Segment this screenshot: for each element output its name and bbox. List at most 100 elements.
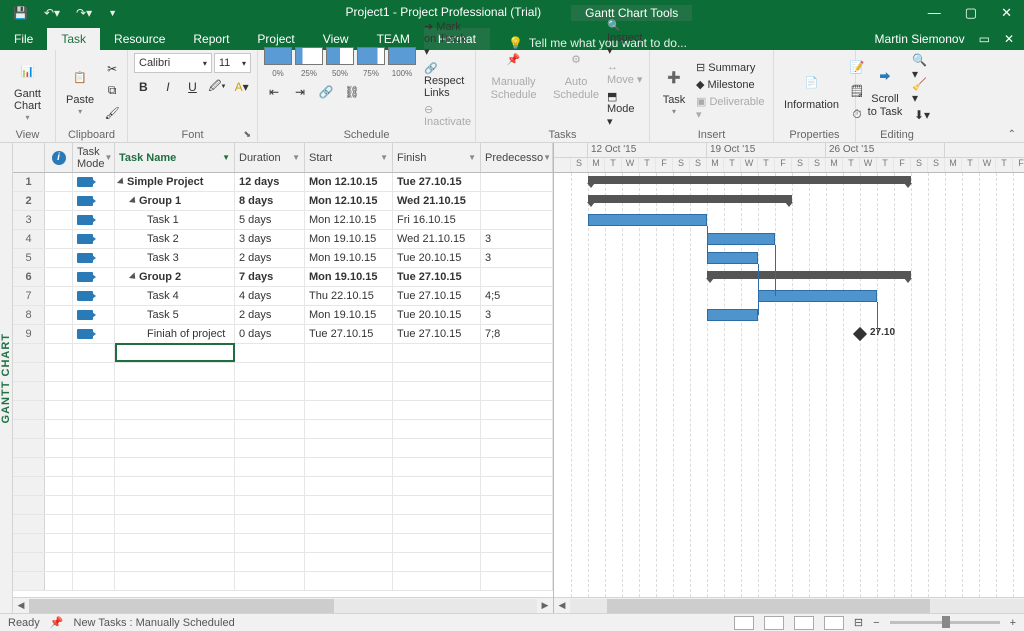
summary-bar[interactable] [588,176,911,184]
zoom-fit-icon[interactable]: ⊟ [854,616,863,629]
task-mode-icon [77,310,93,320]
col-predecessors[interactable]: Predecesso▼ [481,143,553,172]
deliverable-button[interactable]: ▣ Deliverable ▾ [696,95,767,121]
view-mode-4[interactable] [824,616,844,630]
copy-icon[interactable]: ⧉ [102,81,122,101]
table-row[interactable]: 7Task 44 daysThu 22.10.15Tue 27.10.154;5 [13,287,553,306]
status-ready: Ready [8,617,40,629]
auto-schedule-button[interactable]: ⚙Auto Schedule [549,44,603,102]
cut-icon[interactable]: ✂ [102,59,122,79]
summary-bar[interactable] [707,271,911,279]
gantt-chart-button[interactable]: 📊Gantt Chart▾ [6,56,49,125]
italic-button[interactable]: I [159,77,178,97]
minimize-icon[interactable]: — [916,1,953,25]
table-row[interactable]: 8Task 52 daysMon 19.10.15Tue 20.10.153 [13,306,553,325]
col-start[interactable]: Start▼ [305,143,393,172]
task-rows[interactable]: 1Simple Project12 daysMon 12.10.15Tue 27… [13,173,553,597]
close-icon[interactable]: ✕ [989,1,1024,25]
col-indicators[interactable]: i [45,143,73,172]
mark-on-track-button[interactable]: ➜ Mark on Track ▾ [424,20,471,58]
col-rownum[interactable] [13,143,45,172]
outdent-icon[interactable]: ⇤ [264,82,284,102]
window-restore-icon[interactable]: ▭ [979,32,990,46]
table-row[interactable]: 3Task 15 daysMon 12.10.15Fri 16.10.15 [13,211,553,230]
unlink-icon[interactable]: ⛓ [342,82,362,102]
ribbon-collapse-icon[interactable]: ⌃ [1008,129,1016,140]
table-row[interactable]: 2Group 18 daysMon 12.10.15Wed 21.10.15 [13,192,553,211]
col-task-name[interactable]: Task Name▼ [115,143,235,172]
gantt-body[interactable]: 27.10 [554,173,1024,597]
link-icon[interactable]: 🔗 [316,82,336,102]
font-name-select[interactable]: Calibri▾ [134,53,212,73]
zoom-slider[interactable] [890,621,1000,624]
mode-button[interactable]: ⬒ Mode ▾ [607,90,643,128]
gantt-hscroll[interactable]: ◀ ▶ [554,597,1024,613]
status-newtasks[interactable]: New Tasks : Manually Scheduled [74,617,235,629]
table-row[interactable]: 9Finiah of project0 daysTue 27.10.15Tue … [13,325,553,344]
find-icon[interactable]: 🔍▾ [912,57,932,77]
table-row[interactable]: 5Task 32 daysMon 19.10.15Tue 20.10.153 [13,249,553,268]
tab-report[interactable]: Report [179,28,243,50]
table-row[interactable]: 1Simple Project12 daysMon 12.10.15Tue 27… [13,173,553,192]
col-task-mode[interactable]: Task Mode▼ [73,143,115,172]
move-button[interactable]: ↔ Move ▾ [607,61,643,86]
summary-button[interactable]: ⊟ Summary [696,61,767,74]
tab-task[interactable]: Task [47,28,100,50]
indent-icon[interactable]: ⇥ [290,82,310,102]
inspect-button[interactable]: 🔍 Inspect ▾ [607,19,643,57]
table-hscroll[interactable]: ◀ ▶ [13,597,553,613]
clear-icon[interactable]: 🧹▾ [912,81,932,101]
task-mode-icon [77,291,93,301]
format-painter-icon[interactable]: 🖌 [102,103,122,123]
col-finish[interactable]: Finish▼ [393,143,481,172]
milestone-diamond[interactable] [853,327,867,341]
pin-icon[interactable]: 📌 [50,616,64,629]
redo-icon[interactable]: ↷▾ [71,4,97,22]
milestone-button[interactable]: ◆ Milestone [696,78,767,91]
font-color-button[interactable]: 🖉▾ [208,77,227,97]
scroll-to-task-button[interactable]: ⮕Scroll to Task [862,61,908,119]
bold-button[interactable]: B [134,77,153,97]
qat-customize-icon[interactable]: ▼ [103,6,122,20]
underline-button[interactable]: U [183,77,202,97]
undo-icon[interactable]: ↶▾ [39,4,65,22]
summary-bar[interactable] [588,195,792,203]
col-duration[interactable]: Duration▼ [235,143,305,172]
manually-schedule-button[interactable]: 📌Manually Schedule [482,44,545,102]
milestone-label: 27.10 [870,327,895,338]
information-button[interactable]: 📄Information [780,67,843,113]
pct-50-button[interactable] [326,47,354,65]
task-bar[interactable] [707,233,775,245]
view-mode-2[interactable] [764,616,784,630]
task-mode-icon [77,196,93,206]
fill-icon[interactable]: ⬇▾ [912,105,932,125]
task-insert-button[interactable]: ➕Task▾ [656,62,692,119]
task-bar[interactable] [707,252,758,264]
fill-color-button[interactable]: A▾ [232,77,251,97]
pct-100-button[interactable] [388,47,416,65]
pct-75-button[interactable] [357,47,385,65]
view-mode-1[interactable] [734,616,754,630]
pct-0-button[interactable] [264,47,292,65]
view-mode-3[interactable] [794,616,814,630]
user-name[interactable]: Martin Siemonov [875,32,965,46]
tab-resource[interactable]: Resource [100,28,179,50]
zoom-in-icon[interactable]: + [1010,617,1016,629]
gantt-chart: 12 Oct '1519 Oct '1526 Oct '15 SMTWTFSSM… [554,143,1024,613]
window-close-icon[interactable]: ✕ [1004,32,1014,46]
zoom-out-icon[interactable]: − [873,617,879,629]
pct-25-button[interactable] [295,47,323,65]
paste-button[interactable]: 📋Paste▾ [62,62,98,119]
maximize-icon[interactable]: ▢ [953,1,989,25]
tab-file[interactable]: File [0,28,47,50]
table-row[interactable]: 6Group 27 daysMon 19.10.15Tue 27.10.15 [13,268,553,287]
table-row[interactable]: 4Task 23 daysMon 19.10.15Wed 21.10.153 [13,230,553,249]
task-bar[interactable] [707,309,758,321]
task-mode-icon [77,329,93,339]
task-bar[interactable] [588,214,707,226]
inactivate-button[interactable]: ⊖ Inactivate [424,103,471,128]
respect-links-button[interactable]: 🔗 Respect Links [424,62,471,99]
view-label-strip[interactable]: GANTT CHART [0,143,13,613]
save-icon[interactable]: 💾 [8,4,33,22]
font-size-select[interactable]: 11▾ [214,53,251,73]
